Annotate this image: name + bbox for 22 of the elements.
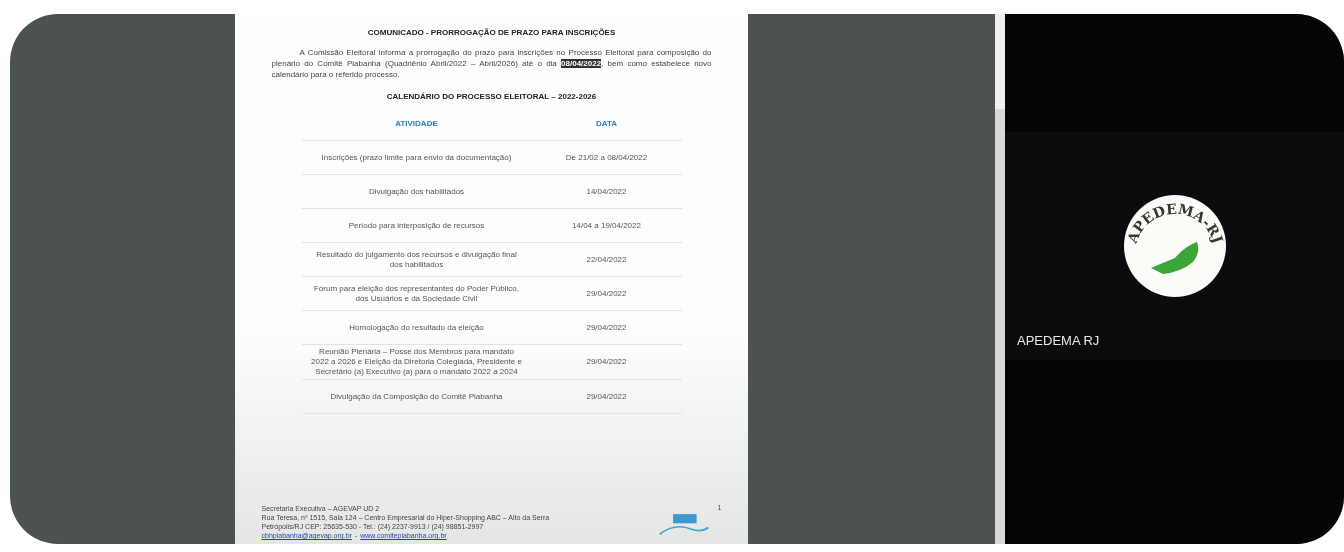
table-cell-text: Reunião Plenária – Posse dos Membros para mandato 2022 a 2026 e Eleição da Diretoria Colegiada, Presidente e Secretário (a) Executivo (a) para o mandato 2022 a 2024 (310, 347, 523, 377)
participant-name: APEDEMA RJ (1017, 333, 1100, 348)
table-cell-text: 14/04/2022 (585, 186, 628, 197)
table-cell-text: Inscrições (prazo limite para envio da documentação) (320, 152, 513, 163)
table-cell-text: 22/04/2022 (585, 254, 628, 265)
table-cell-text: Fórum para eleição dos representantes do Poder Público, dos Usuários e da Sociedade Civil (313, 283, 520, 304)
scrollbar-thumb[interactable] (995, 14, 1005, 109)
table-cell-text: Homologação do resultado da eleição (348, 322, 485, 333)
table-cell-text: Divulgação dos habilitados (367, 186, 466, 197)
document-title: COMUNICADO - PRORROGAÇÃO DE PRAZO PARA INSCRIÇÕES (367, 28, 616, 37)
table-cell-text: Divulgação da Composição do Comitê Piabanha (329, 391, 504, 402)
table-cell-text: 29/04/2022 (585, 288, 628, 299)
table-cell-text: 29/04/2022 (585, 357, 628, 367)
table-cell-text: Período para interposição de recursos (347, 220, 486, 231)
column-header: DATA (595, 118, 618, 129)
table-cell-text: 29/04/2022 (585, 391, 628, 402)
table-cell-text: 14/04 a 19/04/2022 (571, 220, 642, 231)
table-cell-text: De 21/02 a 08/04/2022 (564, 152, 649, 163)
calendar-title: CALENDÁRIO DO PROCESSO ELEITORAL – 2022-2026 (386, 92, 597, 101)
column-header: ATIVIDADE (394, 118, 439, 129)
table-cell-text: Resultado do julgamento dos recursos e divulgação final dos habilitados (315, 249, 518, 270)
table-cell-text: 29/04/2022 (585, 322, 628, 333)
